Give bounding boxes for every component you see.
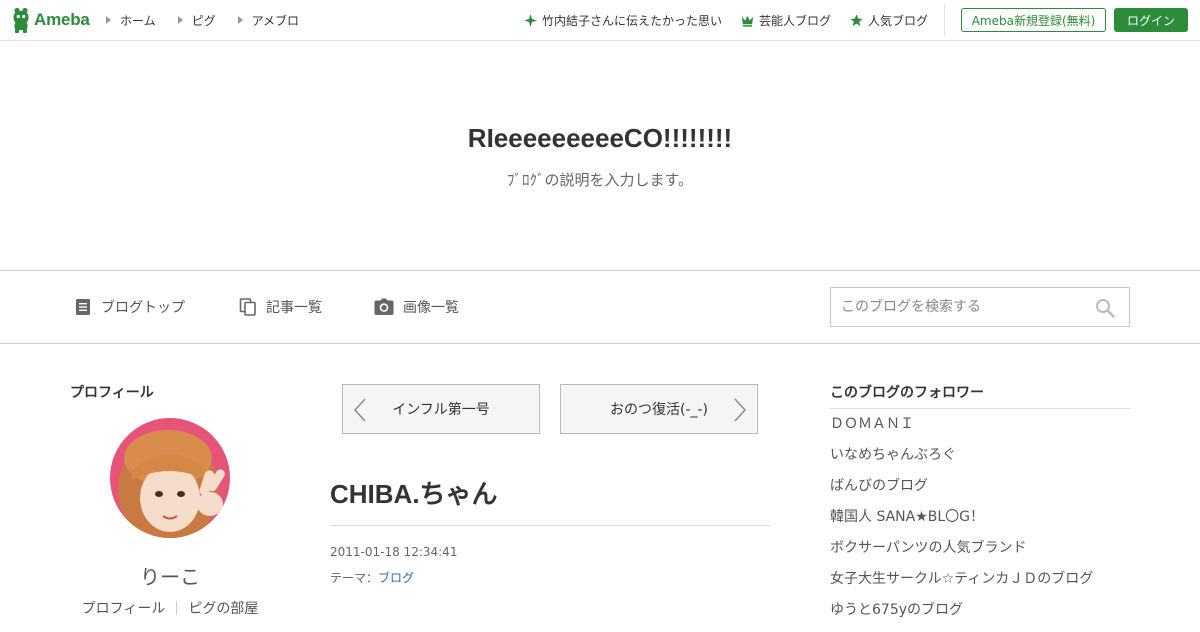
entry-theme-prefix: テーマ： [330,571,379,585]
avatar-image [110,418,230,538]
blog-nav-label: 記事一覧 [266,300,322,316]
prev-entry-button[interactable]: インフル第一号 [342,384,540,434]
followers-list: ＤＯＭＡＮＩ いなめちゃんぶろぐ ばんびのブログ 韓国人 SANA★BL〇G！ … [830,415,1130,632]
follower-item[interactable]: いなめちゃんぶろぐ [830,446,1130,477]
featured-link-celebrity-blogs[interactable]: 芸能人ブログ [741,12,831,29]
blog-nav-label: 画像一覧 [403,300,459,316]
profile-links: プロフィール ピグの部屋 [70,598,270,618]
entry-date: 2011-01-18 12:34:41 [330,545,458,559]
blog-nav-top[interactable]: ブログトップ [74,271,185,343]
crown-icon [741,15,754,27]
followers-heading: このブログのフォロワー [830,385,984,401]
next-entry-label: おのつ復活(-_-) [609,402,709,418]
featured-link-label: 芸能人ブログ [758,13,831,28]
blog-nav: ブログトップ 記事一覧 画像一覧 [0,270,1200,344]
document-icon [76,299,90,315]
search-icon[interactable] [1095,298,1115,318]
sparkle-icon [523,13,537,27]
blog-description: ﾌﾞﾛｸﾞの説明を入力します。 [506,171,693,189]
follower-item[interactable]: ゆうと675yのブログ [830,601,1130,632]
followers-divider [830,408,1130,409]
featured-link-label: 人気ブログ [867,13,928,28]
star-icon [850,13,863,26]
copy-icon [239,298,256,316]
follower-item[interactable]: 女子大生サークル☆ティンカＪＤのブログ [830,570,1130,601]
blog-title[interactable]: RIeeeeeeeeeCO!!!!!!!! [0,123,1200,154]
featured-link-label: 竹内結子さんに伝えたかった思い [541,13,722,28]
caret-right-icon [106,16,111,24]
global-nav-home[interactable]: ホーム [106,12,156,29]
blog-search [830,287,1130,327]
logo-text: Ameba [34,10,90,29]
featured-link-topic[interactable]: 竹内結子さんに伝えたかった思い [523,12,722,29]
next-entry-button[interactable]: おのつ復活(-_-) [560,384,758,434]
follower-item[interactable]: 韓国人 SANA★BL〇G！ [830,508,1130,539]
caret-right-icon [177,16,183,24]
profile-heading: プロフィール [70,385,154,401]
entry-divider [330,525,770,526]
caret-right-icon [237,16,243,24]
avatar[interactable] [110,418,230,538]
ameba-mascot-icon [13,7,29,33]
blog-nav-label: ブログトップ [101,300,185,316]
prev-entry-label: インフル第一号 [392,402,490,418]
featured-link-popular-blogs[interactable]: 人気ブログ [850,12,928,29]
profile-link[interactable]: プロフィール [82,598,166,618]
register-button[interactable]: Ameba新規登録(無料) [961,8,1106,32]
chevron-left-icon [354,398,366,422]
entry-title[interactable]: CHIBA.ちゃん [330,474,498,511]
chevron-right-icon [734,398,746,422]
global-nav-pigg[interactable]: ピグ [177,12,216,29]
blog-nav-images[interactable]: 画像一覧 [374,271,459,343]
entry-theme-link[interactable]: ブログ [378,571,414,585]
camera-icon [374,298,394,315]
pigg-room-link[interactable]: ピグの部屋 [188,598,258,618]
global-nav-label: ホーム [120,13,156,28]
profile-links-divider [176,601,178,615]
login-button[interactable]: ログイン [1114,8,1188,32]
global-nav: ホーム ピグ アメブロ [106,0,321,40]
follower-item[interactable]: ＤＯＭＡＮＩ [830,415,1130,446]
follower-item[interactable]: ばんびのブログ [830,477,1130,508]
blog-nav-entries[interactable]: 記事一覧 [239,271,322,343]
follower-item[interactable]: ボクサーパンツの人気ブランド [830,539,1130,570]
ameba-logo[interactable]: Ameba [11,7,90,33]
global-nav-label: ピグ [191,13,216,28]
header-divider [944,4,945,36]
entry-theme: テーマ：ブログ [330,569,414,586]
profile-name[interactable]: りーこ [70,561,270,590]
featured-links: 竹内結子さんに伝えたかった思い 芸能人ブログ 人気ブログ [505,0,928,40]
global-nav-ameblo[interactable]: アメブロ [237,12,300,29]
blog-search-input[interactable] [841,289,1091,325]
global-nav-label: アメブロ [251,13,300,28]
global-header: Ameba ホーム ピグ アメブロ 竹内結子さんに伝えたかった思い 芸能人ブログ… [0,0,1200,41]
